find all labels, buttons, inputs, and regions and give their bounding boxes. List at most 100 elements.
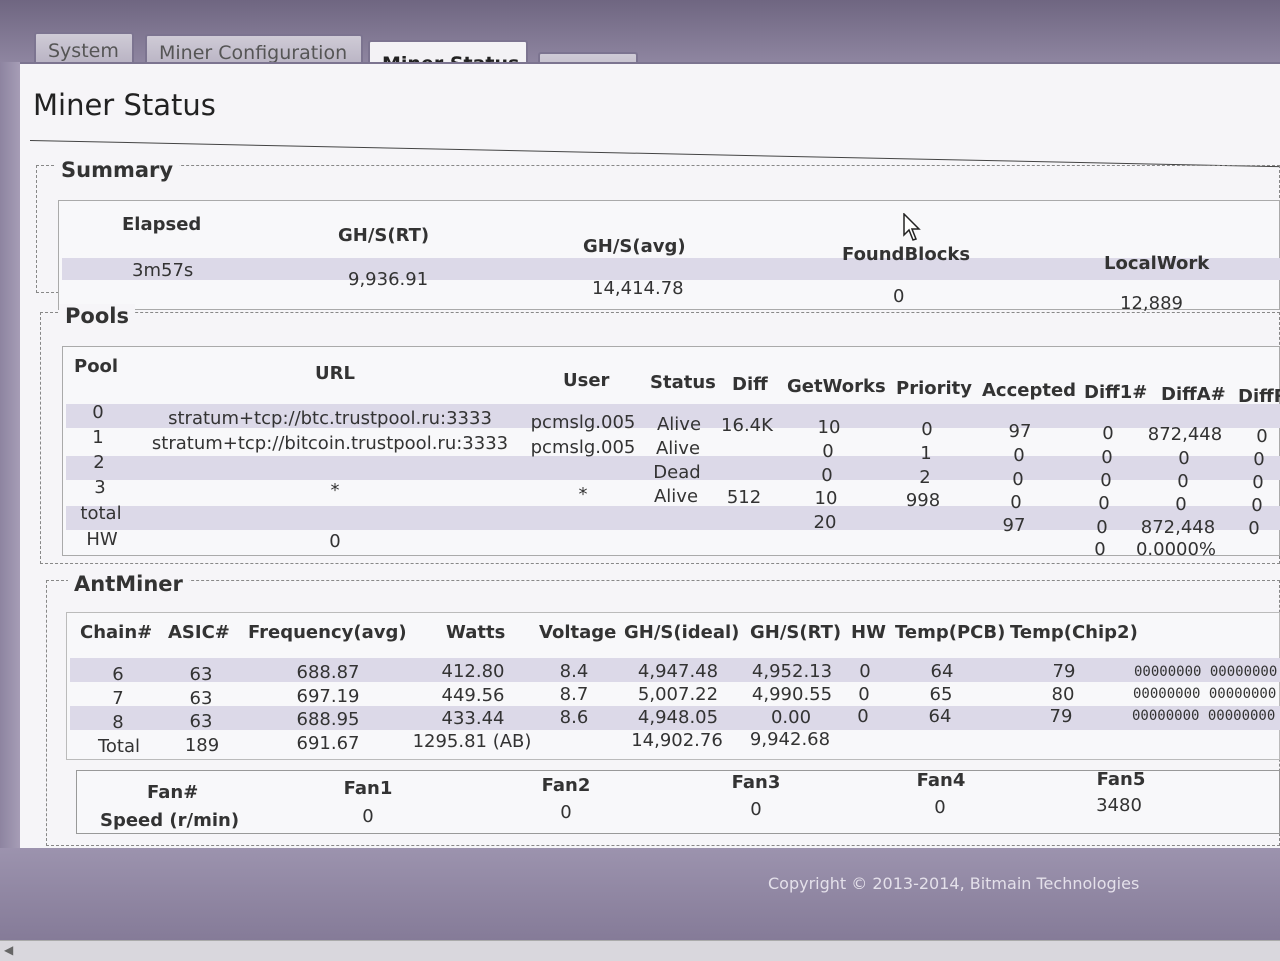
summary-header-local-work: LocalWork bbox=[1104, 253, 1210, 274]
pools-total-label: total bbox=[80, 503, 122, 524]
summary-header-found-blocks: FoundBlocks bbox=[842, 244, 971, 265]
chain-6-frequency: 688.87 bbox=[296, 662, 360, 683]
pools-legend: Pools bbox=[59, 304, 135, 328]
pool-0-diff: 16.4K bbox=[721, 415, 773, 436]
pools-total-accepted: 97 bbox=[1002, 515, 1026, 536]
pool-2-priority: 2 bbox=[919, 467, 931, 488]
summary-elapsed-value: 3m57s bbox=[132, 260, 194, 281]
antminer-legend: AntMiner bbox=[68, 572, 189, 596]
pool-2-accepted: 0 bbox=[1012, 469, 1024, 490]
summary-ghs-avg-value: 14,414.78 bbox=[592, 278, 684, 299]
pools-hw-diffa: 0.0000% bbox=[1135, 539, 1217, 560]
chain-6-hw: 0 bbox=[859, 661, 871, 682]
fan2-name: Fan2 bbox=[541, 775, 591, 796]
chain-8-ghs-ideal: 4,948.05 bbox=[637, 707, 719, 728]
chain-7-asic: 63 bbox=[189, 688, 213, 709]
summary-row-stripe bbox=[62, 258, 1280, 280]
antminer-total-frequency: 691.67 bbox=[296, 733, 360, 754]
chain-8-temp-chip: 79 bbox=[1049, 706, 1073, 727]
chain-6-watts: 412.80 bbox=[441, 661, 505, 682]
pool-3-user: * bbox=[578, 484, 588, 505]
antminer-header-watts: Watts bbox=[446, 622, 506, 643]
antminer-header-frequency: Frequency(avg) bbox=[248, 622, 407, 643]
pools-total-getworks: 20 bbox=[813, 512, 837, 533]
pools-total-diffa: 872,448 bbox=[1140, 517, 1216, 538]
summary-header-elapsed: Elapsed bbox=[122, 214, 202, 235]
pool-2-diffr: 0 bbox=[1252, 472, 1264, 493]
pool-0-status: Alive bbox=[656, 414, 702, 435]
antminer-header-hw: HW bbox=[851, 622, 886, 643]
chain-6-asic: 63 bbox=[189, 664, 213, 685]
chain-7-watts: 449.56 bbox=[441, 685, 505, 706]
fan4-speed: 0 bbox=[934, 797, 946, 818]
mouse-cursor-icon bbox=[903, 213, 921, 241]
pools-hw-label: HW bbox=[86, 529, 118, 550]
chain-8-asic: 63 bbox=[189, 711, 213, 732]
pool-3-diffa: 0 bbox=[1175, 494, 1187, 515]
chain-7-temp-pcb: 65 bbox=[929, 684, 953, 705]
antminer-header-temp-pcb: Temp(PCB) bbox=[895, 622, 1006, 643]
chain-6-temp-chip: 79 bbox=[1052, 661, 1076, 682]
page-title: Miner Status bbox=[33, 88, 216, 122]
antminer-header-chain: Chain# bbox=[80, 622, 153, 643]
pool-1-id: 1 bbox=[92, 427, 104, 448]
pools-header-url: URL bbox=[315, 363, 355, 384]
pools-total-diff1: 0 bbox=[1096, 517, 1108, 538]
pool-0-getworks: 10 bbox=[817, 417, 841, 438]
pools-total-diffr: 0 bbox=[1248, 518, 1260, 539]
antminer-total-ghs-rt: 9,942.68 bbox=[749, 729, 831, 750]
pool-0-user: pcmslg.005 bbox=[530, 412, 636, 433]
pool-0-priority: 0 bbox=[921, 419, 933, 440]
pools-header-diffa: DiffA# bbox=[1161, 384, 1226, 405]
chain-8-temp-pcb: 64 bbox=[928, 706, 952, 727]
fans-speed-label: Speed (r/min) bbox=[100, 810, 240, 831]
pool-0-accepted: 97 bbox=[1008, 421, 1032, 442]
antminer-total-asic: 189 bbox=[184, 735, 220, 756]
antminer-total-ghs-ideal: 14,902.76 bbox=[631, 730, 723, 751]
pools-header-accepted: Accepted bbox=[982, 380, 1077, 401]
pool-3-diff1: 0 bbox=[1098, 493, 1110, 514]
pools-header-user: User bbox=[563, 370, 610, 391]
chain-8-watts: 433.44 bbox=[441, 708, 505, 729]
pool-0-id: 0 bbox=[92, 402, 104, 423]
pools-hw-diff1: 0 bbox=[1094, 539, 1106, 560]
pool-3-diffr: 0 bbox=[1251, 495, 1263, 516]
horizontal-scrollbar[interactable]: ◀ bbox=[0, 940, 1280, 961]
fan3-name: Fan3 bbox=[731, 772, 781, 793]
chain-6-ghs-rt: 4,952.13 bbox=[751, 661, 833, 682]
pools-header-priority: Priority bbox=[896, 378, 972, 399]
pool-1-diffr: 0 bbox=[1253, 449, 1265, 470]
fan1-speed: 0 bbox=[362, 806, 374, 827]
pool-3-url: * bbox=[330, 480, 340, 501]
pools-header-status: Status bbox=[650, 372, 716, 393]
chain-8-status: 00000000 00000000 bbox=[1132, 708, 1276, 724]
footer-bar bbox=[0, 848, 1280, 940]
left-frame bbox=[0, 62, 20, 940]
scroll-left-icon[interactable]: ◀ bbox=[4, 943, 13, 957]
chain-8-id: 8 bbox=[112, 712, 124, 733]
chain-6-temp-pcb: 64 bbox=[930, 661, 954, 682]
chain-7-ghs-ideal: 5,007.22 bbox=[637, 684, 719, 705]
fan5-name: Fan5 bbox=[1096, 769, 1146, 790]
pools-hw-value: 0 bbox=[329, 531, 341, 552]
chain-6-ghs-ideal: 4,947.48 bbox=[637, 661, 719, 682]
pool-0-url: stratum+tcp://btc.trustpool.ru:3333 bbox=[168, 408, 492, 429]
pool-1-status: Alive bbox=[655, 438, 701, 459]
fan1-name: Fan1 bbox=[343, 778, 393, 799]
pool-1-diff1: 0 bbox=[1101, 447, 1113, 468]
antminer-header-ghs-rt: GH/S(RT) bbox=[750, 622, 842, 643]
fan5-speed: 3480 bbox=[1096, 795, 1142, 816]
tab-system[interactable]: System bbox=[34, 32, 134, 66]
chain-7-status: 00000000 00000000 bbox=[1133, 686, 1277, 702]
pool-3-status: Alive bbox=[653, 486, 699, 507]
pool-1-user: pcmslg.005 bbox=[530, 437, 636, 458]
antminer-header-ghs-ideal: GH/S(ideal) bbox=[624, 622, 740, 643]
pool-1-diffa: 0 bbox=[1178, 448, 1190, 469]
fan4-name: Fan4 bbox=[916, 770, 966, 791]
chain-8-ghs-rt: 0.00 bbox=[770, 707, 812, 728]
chain-7-ghs-rt: 4,990.55 bbox=[751, 684, 833, 705]
summary-local-work-value: 12,889 bbox=[1120, 293, 1183, 314]
pool-2-getworks: 0 bbox=[821, 465, 833, 486]
summary-header-ghs-avg: GH/S(avg) bbox=[583, 236, 686, 257]
pool-2-id: 2 bbox=[93, 452, 105, 473]
